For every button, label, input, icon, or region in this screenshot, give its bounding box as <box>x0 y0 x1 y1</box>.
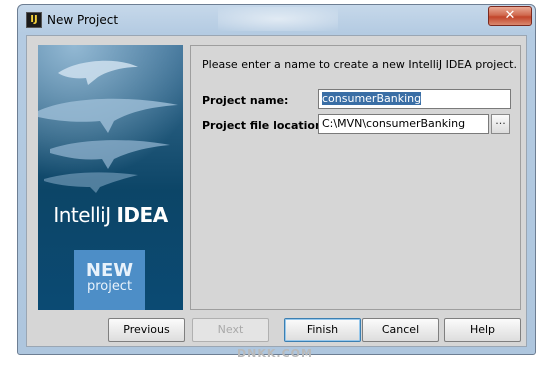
ellipsis-icon: ... <box>495 114 506 127</box>
intellij-banner-image: IntelliJ IDEA NEW project <box>38 45 183 310</box>
new-project-dialog: IJ New Project ✕ IntelliJ IDEA NEW proje… <box>17 4 536 355</box>
project-name-input[interactable]: consumerBanking <box>318 89 511 109</box>
logo-text-bold: IDEA <box>116 203 168 227</box>
project-location-label: Project file location: <box>202 119 328 132</box>
badge-new-text: NEW <box>85 260 134 281</box>
project-location-input[interactable]: C:\MVN\consumerBanking <box>318 114 489 134</box>
watermark: DNKK.COM <box>237 347 313 360</box>
next-button[interactable]: Next <box>192 318 269 342</box>
close-icon: ✕ <box>504 8 516 23</box>
previous-button[interactable]: Previous <box>108 318 185 342</box>
help-button[interactable]: Help <box>444 318 521 342</box>
finish-button[interactable]: Finish <box>284 318 361 342</box>
logo-text-light: IntelliJ <box>53 203 117 227</box>
project-form-panel: Please enter a name to create a new Inte… <box>190 45 521 310</box>
badge-project-text: project <box>86 279 133 294</box>
browse-button[interactable]: ... <box>491 114 510 134</box>
title-bar-glow <box>218 7 338 31</box>
intellij-idea-logo: IntelliJ IDEA <box>38 203 183 227</box>
dialog-content: IntelliJ IDEA NEW project Please enter a… <box>26 35 527 347</box>
title-bar[interactable]: IJ New Project ✕ <box>18 5 535 35</box>
cancel-button[interactable]: Cancel <box>362 318 439 342</box>
project-name-label: Project name: <box>202 94 289 107</box>
project-location-value: C:\MVN\consumerBanking <box>322 117 466 130</box>
project-name-value: consumerBanking <box>322 92 422 105</box>
intellij-app-icon[interactable]: IJ <box>26 12 42 28</box>
new-project-badge: NEW project <box>74 250 145 310</box>
window-title: New Project <box>47 13 119 27</box>
close-button[interactable]: ✕ <box>488 6 532 26</box>
instruction-text: Please enter a name to create a new Inte… <box>202 58 517 71</box>
